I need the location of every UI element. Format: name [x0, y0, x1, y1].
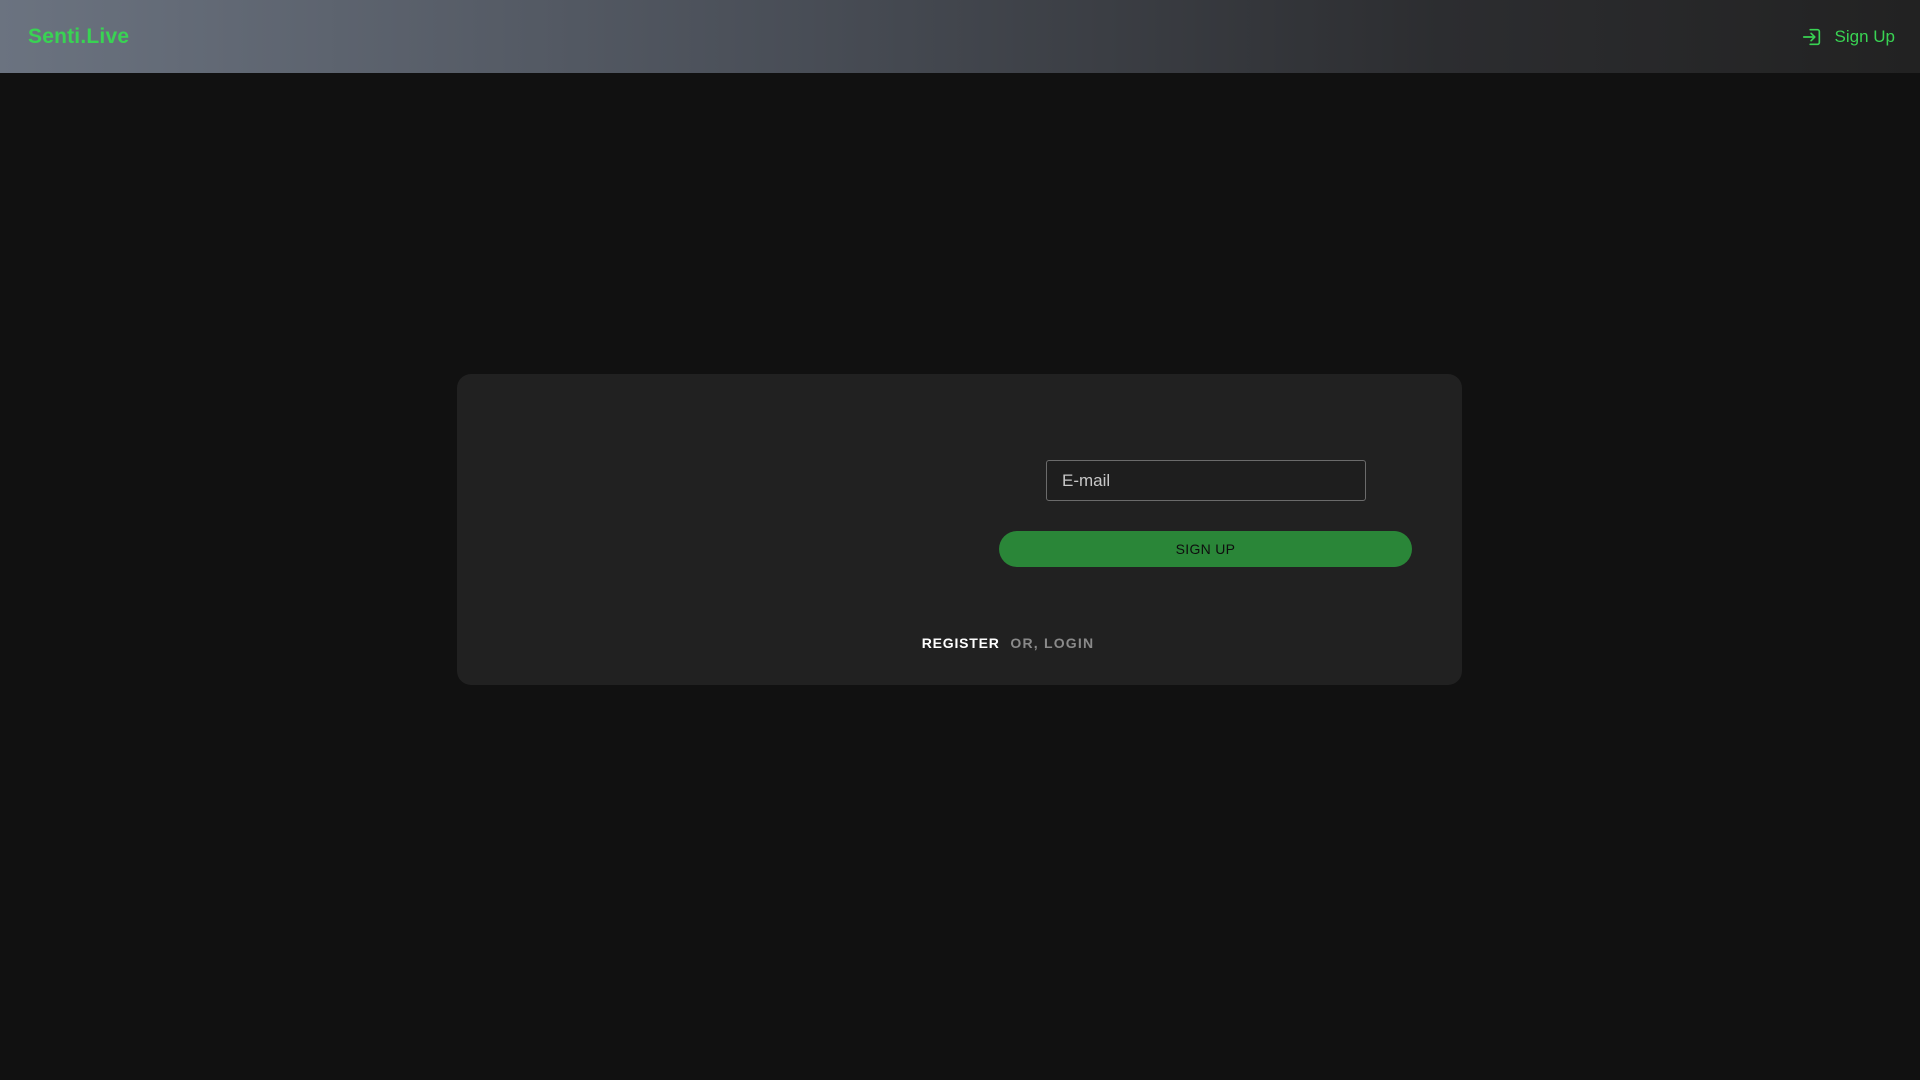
- register-tab[interactable]: REGISTER: [922, 635, 1000, 651]
- brand-logo[interactable]: Senti.Live: [28, 25, 129, 49]
- auth-card: SIGN UP REGISTER OR, LOGIN: [457, 374, 1462, 685]
- auth-mode-switch: REGISTER OR, LOGIN: [457, 635, 1462, 651]
- nav-signup-label: Sign Up: [1834, 26, 1895, 46]
- top-navbar: Senti.Live Sign Up: [0, 0, 1920, 73]
- nav-signup-link[interactable]: Sign Up: [1801, 26, 1895, 48]
- sign-in-icon: [1801, 26, 1823, 48]
- login-link[interactable]: OR, LOGIN: [1010, 635, 1094, 651]
- signup-button[interactable]: SIGN UP: [999, 531, 1412, 567]
- email-field[interactable]: [1046, 460, 1366, 501]
